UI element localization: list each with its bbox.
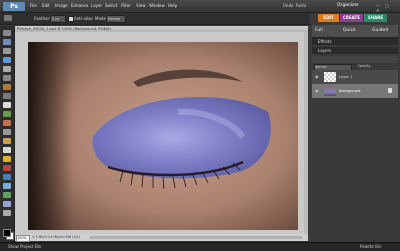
eye-photo (28, 42, 298, 230)
eraser-tool-icon[interactable] (3, 147, 11, 153)
magic-wand-tool-icon[interactable] (3, 84, 11, 90)
layer-thumbnail (324, 72, 336, 82)
effects-panel-header[interactable]: Effects (312, 38, 398, 45)
tab-share[interactable]: SHARE (364, 14, 387, 22)
layers-toolbar (312, 56, 398, 63)
menu-view[interactable]: View (136, 2, 146, 10)
menu-window[interactable]: Window (149, 2, 165, 10)
menu-enhance[interactable]: Enhance (71, 2, 88, 10)
menu-layer[interactable]: Layer (91, 2, 102, 10)
layer-thumbnail (324, 86, 336, 96)
visibility-eye-icon[interactable]: ◉ (315, 88, 320, 93)
undo-button[interactable]: Undo (283, 3, 293, 8)
quick-label: Quick (343, 28, 356, 33)
crop-tool-icon[interactable] (3, 111, 11, 117)
shape-tool-icon[interactable] (3, 192, 11, 198)
lasso-tool-icon[interactable] (3, 75, 11, 81)
feather-input[interactable]: 0 px (50, 15, 66, 23)
palette-bin-toggle[interactable]: Palette Bin (360, 243, 382, 250)
tab-quick[interactable]: Quick (343, 26, 356, 36)
menu-edit[interactable]: Edit (42, 2, 50, 10)
tab-full[interactable]: Full (315, 26, 323, 36)
paint-bucket-tool-icon[interactable] (3, 174, 11, 180)
redo-button[interactable]: Redo (296, 3, 306, 8)
tab-guided[interactable]: Guided (372, 26, 388, 36)
brush-tool-icon[interactable] (3, 156, 11, 162)
organizer-button[interactable]: Organizer (337, 3, 359, 8)
lock-icon (388, 88, 392, 93)
opacity-label: Opacity: (358, 64, 372, 68)
clone-stamp-tool-icon[interactable] (3, 138, 11, 144)
quick-selection-tool-icon[interactable] (3, 93, 11, 99)
foreground-color-swatch[interactable] (3, 229, 11, 237)
layer-name[interactable]: Layer 1 (339, 75, 352, 79)
feather-label: Feather: (34, 16, 51, 21)
horizontal-scrollbar[interactable] (90, 236, 302, 239)
layers-panel-header[interactable]: Layers (312, 47, 398, 54)
type-tool-icon[interactable] (3, 102, 11, 108)
menu-select[interactable]: Select (105, 2, 117, 10)
window-controls[interactable]: — ▢ ✕ (376, 3, 398, 13)
marquee-tool-icon[interactable] (3, 66, 11, 72)
menu-image[interactable]: Image (55, 2, 68, 10)
healing-brush-tool-icon[interactable] (3, 129, 11, 135)
layer-name[interactable]: Background (339, 89, 360, 93)
tab-edit[interactable]: EDIT (318, 14, 339, 22)
move-tool-icon[interactable] (3, 30, 11, 36)
sponge-tool-icon[interactable] (3, 210, 11, 216)
zoom-field[interactable]: 100% (16, 235, 30, 242)
pencil-tool-icon[interactable] (3, 165, 11, 171)
mode-select[interactable]: Normal (106, 15, 126, 23)
vertical-scrollbar[interactable] (304, 32, 308, 234)
full-label: Full (315, 28, 323, 33)
show-project-bin-button[interactable]: Show Project Bin (8, 243, 41, 250)
red-eye-tool-icon[interactable] (3, 120, 11, 126)
zoom-tool-icon[interactable] (3, 39, 11, 45)
menu-filter[interactable]: Filter (121, 2, 131, 10)
blur-tool-icon[interactable] (3, 201, 11, 207)
document-title: Pinkeye_0005A_1.psd @ 100% (Background, … (15, 26, 308, 32)
antialias-label: Anti-alias (74, 16, 93, 21)
eyedropper-tool-icon[interactable] (3, 57, 11, 63)
marquee-tool-icon[interactable] (4, 15, 12, 21)
menu-help[interactable]: Help (168, 2, 177, 10)
tab-create[interactable]: CREATE (340, 14, 363, 22)
hand-tool-icon[interactable] (3, 48, 11, 54)
guided-label: Guided (372, 28, 389, 33)
document-info: 1.7 Mb/3.14 Mb/cm Mb (1/1) (32, 235, 81, 239)
menu-file[interactable]: File (30, 2, 37, 10)
image-canvas[interactable] (28, 42, 298, 230)
mode-value: Normal (108, 17, 121, 21)
gradient-tool-icon[interactable] (3, 183, 11, 189)
feather-value: 0 px (52, 17, 60, 21)
visibility-eye-icon[interactable]: ◉ (315, 74, 320, 79)
app-logo: Ps (3, 2, 25, 11)
